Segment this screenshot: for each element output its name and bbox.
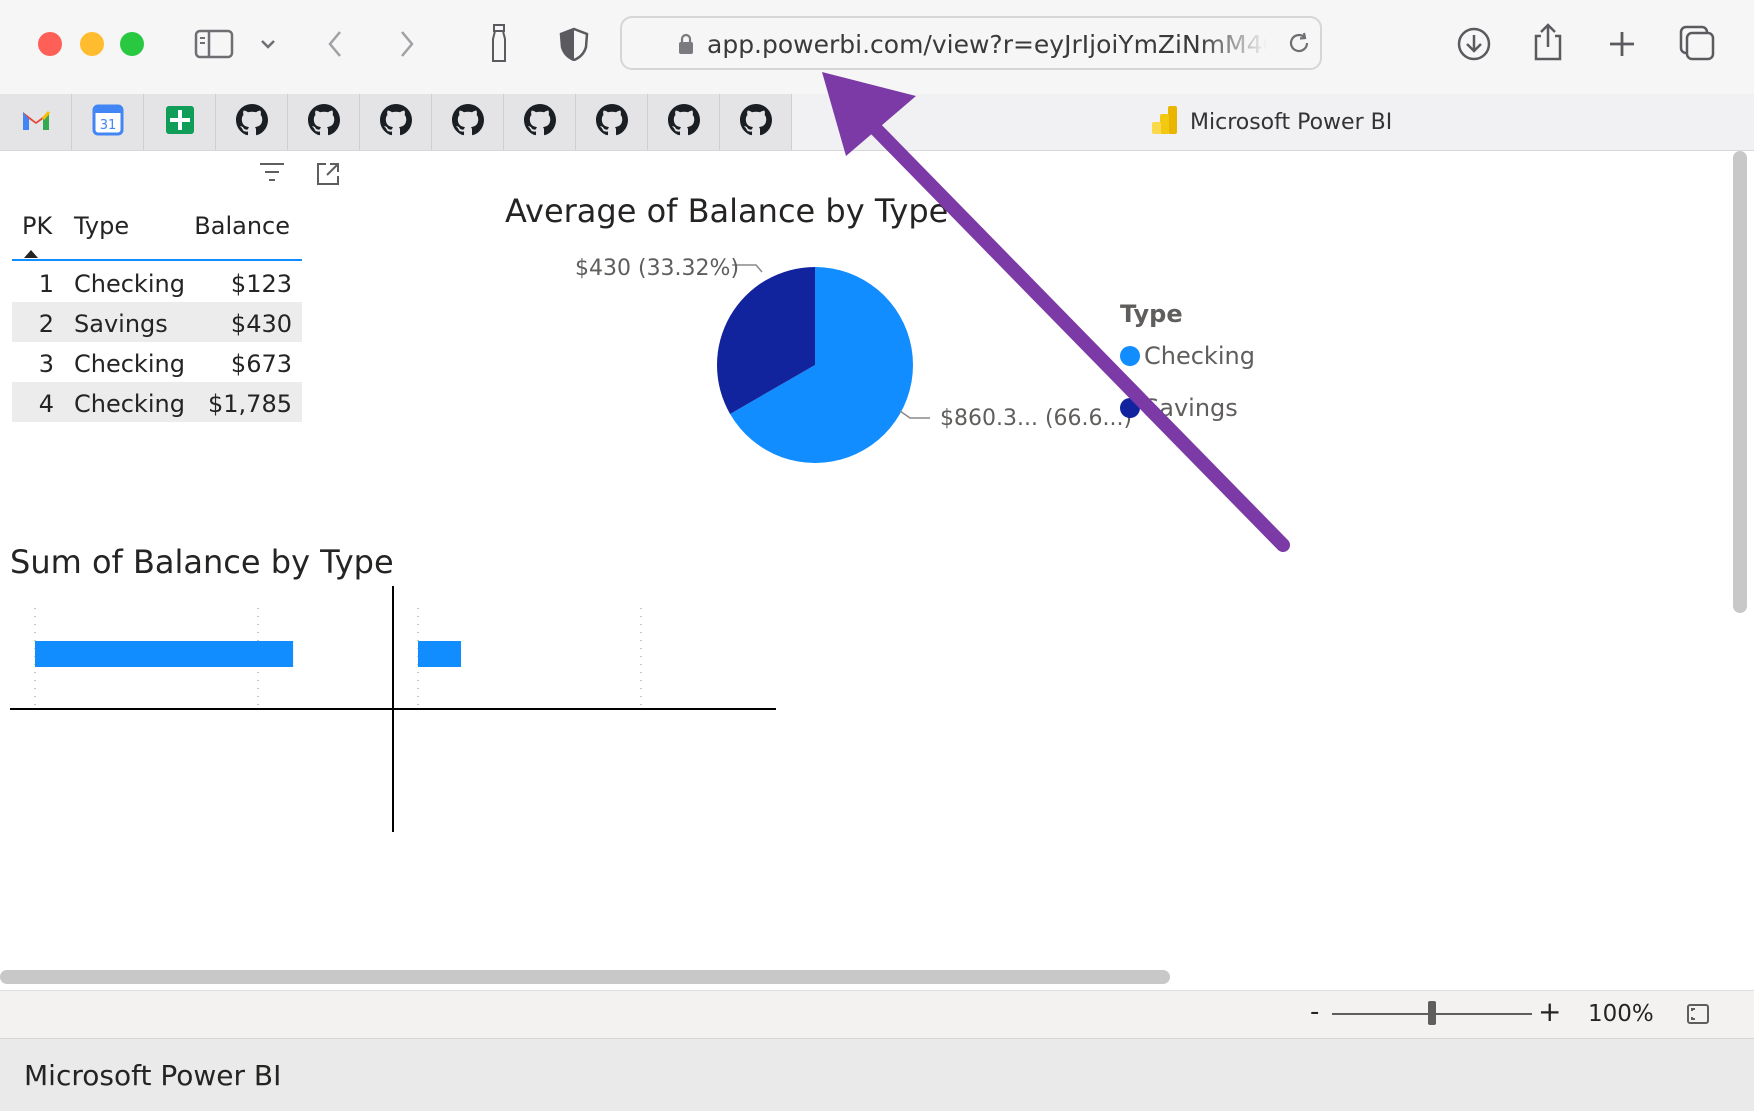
header-type[interactable]: Type xyxy=(74,212,129,240)
browser-toolbar: app.powerbi.com/view?r=eyJrIjoiYmZiNmM4O… xyxy=(0,0,1754,95)
close-window-button[interactable] xyxy=(38,32,62,56)
github-icon xyxy=(667,104,700,140)
legend-marker xyxy=(1120,398,1140,418)
bookmark-gmail[interactable] xyxy=(0,94,72,150)
horizontal-scrollbar[interactable] xyxy=(0,970,1170,984)
legend-label: Savings xyxy=(1144,394,1238,422)
cell-type: Checking xyxy=(74,350,185,378)
bookmark-google-calendar[interactable]: 31 xyxy=(72,94,144,150)
new-tab-icon[interactable] xyxy=(1602,24,1642,64)
zoom-in-button[interactable]: + xyxy=(1538,995,1561,1028)
cell-type: Checking xyxy=(74,390,185,418)
cell-balance: $123 xyxy=(230,270,292,298)
zoom-bar: - + 100% xyxy=(0,990,1754,1039)
pie-label-savings: $430 (33.32%) xyxy=(575,256,740,281)
pie-label-checking: $860.3... (66.6...) xyxy=(940,406,1133,431)
chevron-down-icon[interactable] xyxy=(256,32,280,56)
legend-item-savings[interactable]: Savings xyxy=(1120,394,1238,422)
github-icon xyxy=(307,104,340,140)
shield-icon[interactable] xyxy=(558,26,590,62)
active-tab[interactable]: Microsoft Power BI xyxy=(1150,104,1392,140)
table-row[interactable]: 2 Savings $430 xyxy=(12,302,302,342)
downloads-icon[interactable] xyxy=(1454,24,1494,64)
github-icon xyxy=(739,104,772,140)
gmail-icon xyxy=(21,108,51,136)
cleaner-extension-icon[interactable] xyxy=(486,22,512,66)
minimize-window-button[interactable] xyxy=(80,32,104,56)
bar-savings[interactable] xyxy=(418,641,461,667)
github-icon xyxy=(379,104,412,140)
bookmark-github-6[interactable] xyxy=(576,94,648,150)
power-bi-icon xyxy=(1150,104,1180,140)
table-row[interactable]: 4 Checking $1,785 xyxy=(12,382,302,422)
google-sheets-icon xyxy=(164,104,196,140)
github-icon xyxy=(451,104,484,140)
bar-chart-title: Sum of Balance by Type xyxy=(10,543,394,581)
url-text[interactable]: app.powerbi.com/view?r=eyJrIjoiYmZiNmM4O… xyxy=(707,30,1267,59)
header-pk[interactable]: PK xyxy=(22,212,52,240)
footer-title: Microsoft Power BI xyxy=(24,1059,282,1092)
filter-icon[interactable] xyxy=(258,160,286,188)
bookmark-github-5[interactable] xyxy=(504,94,576,150)
github-icon xyxy=(235,104,268,140)
lock-icon xyxy=(677,32,695,60)
bookmark-github-2[interactable] xyxy=(288,94,360,150)
vertical-scrollbar[interactable] xyxy=(1733,151,1747,613)
header-balance[interactable]: Balance xyxy=(180,212,290,240)
maximize-window-button[interactable] xyxy=(120,32,144,56)
tab-title: Microsoft Power BI xyxy=(1190,109,1393,135)
table-row[interactable]: 3 Checking $673 xyxy=(12,342,302,382)
bookmark-github-3[interactable] xyxy=(360,94,432,150)
bookmark-google-sheets[interactable] xyxy=(144,94,216,150)
legend-marker xyxy=(1120,346,1140,366)
table-row[interactable]: 1 Checking $123 xyxy=(12,262,302,302)
cell-pk: 4 xyxy=(38,390,54,418)
zoom-level: 100% xyxy=(1588,1001,1654,1027)
bar-checking[interactable] xyxy=(35,641,294,667)
legend-label: Checking xyxy=(1144,342,1255,370)
focus-mode-icon[interactable] xyxy=(314,160,342,192)
sidebar-toggle-icon[interactable] xyxy=(192,24,236,64)
cell-pk: 3 xyxy=(38,350,54,378)
address-bar[interactable]: app.powerbi.com/view?r=eyJrIjoiYmZiNmM4O… xyxy=(620,16,1322,70)
reload-icon[interactable] xyxy=(1286,30,1312,60)
bookmark-github-8[interactable] xyxy=(720,94,792,150)
pie-chart-title: Average of Balance by Type xyxy=(505,192,949,230)
pie-leader-lines xyxy=(732,264,930,419)
google-calendar-icon: 31 xyxy=(92,104,124,140)
calendar-day: 31 xyxy=(99,118,116,133)
legend-title: Type xyxy=(1120,300,1183,328)
cell-pk: 2 xyxy=(38,310,54,338)
bookmark-github-4[interactable] xyxy=(432,94,504,150)
report-footer: Microsoft Power BI xyxy=(0,1038,1754,1111)
github-icon xyxy=(523,104,556,140)
zoom-out-button[interactable]: - xyxy=(1310,997,1319,1027)
cell-balance: $673 xyxy=(230,350,292,378)
fit-to-page-icon[interactable] xyxy=(1686,1003,1710,1029)
zoom-slider-thumb[interactable] xyxy=(1428,1001,1436,1025)
tab-overview-icon[interactable] xyxy=(1676,22,1718,64)
back-icon[interactable] xyxy=(320,26,350,62)
bookmark-github-7[interactable] xyxy=(648,94,720,150)
bar-chart[interactable] xyxy=(10,586,780,836)
bookmark-github-1[interactable] xyxy=(216,94,288,150)
header-underline xyxy=(12,259,302,261)
forward-icon[interactable] xyxy=(392,26,422,62)
cell-pk: 1 xyxy=(38,270,54,298)
share-icon[interactable] xyxy=(1528,20,1568,64)
legend-item-checking[interactable]: Checking xyxy=(1120,342,1255,370)
github-icon xyxy=(595,104,628,140)
cell-balance: $430 xyxy=(230,310,292,338)
cell-type: Savings xyxy=(74,310,168,338)
cell-balance: $1,785 xyxy=(208,390,292,418)
cell-type: Checking xyxy=(74,270,185,298)
bookmarks-bar: 31 xyxy=(0,94,1754,151)
